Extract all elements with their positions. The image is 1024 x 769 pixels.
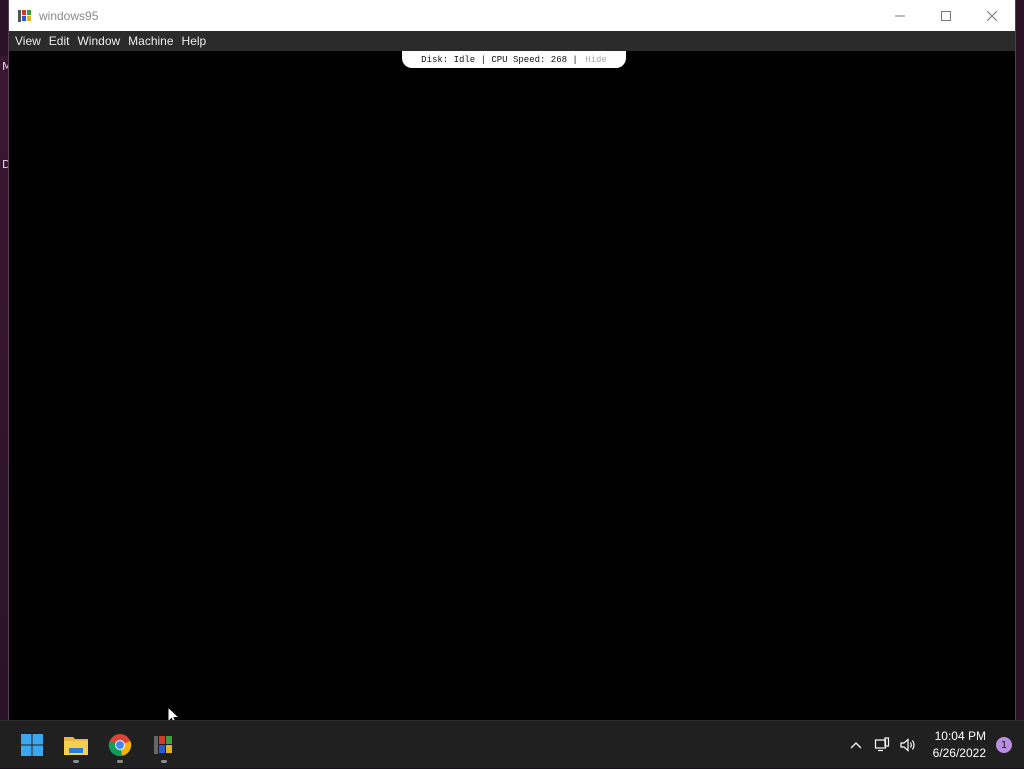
window-title: windows95 [39, 8, 99, 23]
taskbar-file-explorer[interactable] [56, 725, 96, 765]
hide-status-button[interactable]: Hide [585, 55, 607, 65]
maximize-button[interactable] [923, 0, 969, 31]
network-button[interactable] [870, 733, 894, 757]
system-tray: 10:04 PM 6/26/2022 1 [843, 721, 1024, 769]
start-button[interactable] [12, 725, 52, 765]
show-hidden-icons-button[interactable] [844, 733, 868, 757]
menu-item-machine[interactable]: Machine [124, 31, 177, 51]
taskbar: 10:04 PM 6/26/2022 1 [0, 720, 1024, 768]
start-icon [21, 734, 43, 756]
close-button[interactable] [969, 0, 1015, 31]
menu-item-edit[interactable]: Edit [45, 31, 74, 51]
running-indicator [161, 760, 167, 763]
taskbar-chrome[interactable] [100, 725, 140, 765]
chrome-icon [108, 734, 132, 757]
chevron-up-icon [850, 742, 862, 749]
speaker-icon [900, 738, 915, 752]
clock-date: 6/26/2022 [932, 746, 986, 760]
status-text: Disk: Idle | CPU Speed: 268 | [421, 54, 584, 65]
file-explorer-icon [64, 737, 88, 755]
menubar: View Edit Window Machine Help [9, 31, 1015, 51]
menu-item-help[interactable]: Help [178, 31, 211, 51]
minimize-button[interactable] [877, 0, 923, 31]
taskbar-clock[interactable]: 10:04 PM 6/26/2022 [933, 728, 986, 762]
windows95-app-icon [18, 9, 31, 22]
network-icon [874, 737, 889, 752]
clock-time: 10:04 PM [934, 729, 986, 743]
taskbar-windows95[interactable] [144, 725, 184, 765]
status-bar: Disk: Idle | CPU Speed: 268 | Hide [402, 51, 626, 68]
volume-button[interactable] [896, 733, 920, 757]
minimize-icon [895, 15, 905, 16]
running-indicator [73, 760, 79, 763]
windows95-app-icon [154, 736, 172, 754]
window-controls [877, 0, 1015, 31]
notification-badge[interactable]: 1 [996, 737, 1012, 753]
close-icon [987, 10, 997, 21]
menu-item-window[interactable]: Window [73, 31, 124, 51]
menu-item-view[interactable]: View [11, 31, 45, 51]
desktop-edge: M D [0, 56, 12, 720]
window-titlebar[interactable]: windows95 [9, 0, 1015, 31]
emulator-screen[interactable]: Disk: Idle | CPU Speed: 268 | Hide [9, 51, 1015, 720]
maximize-icon [941, 10, 951, 21]
app-window: windows95 View Edit Window Machine Help … [8, 0, 1016, 720]
running-indicator [117, 760, 123, 763]
